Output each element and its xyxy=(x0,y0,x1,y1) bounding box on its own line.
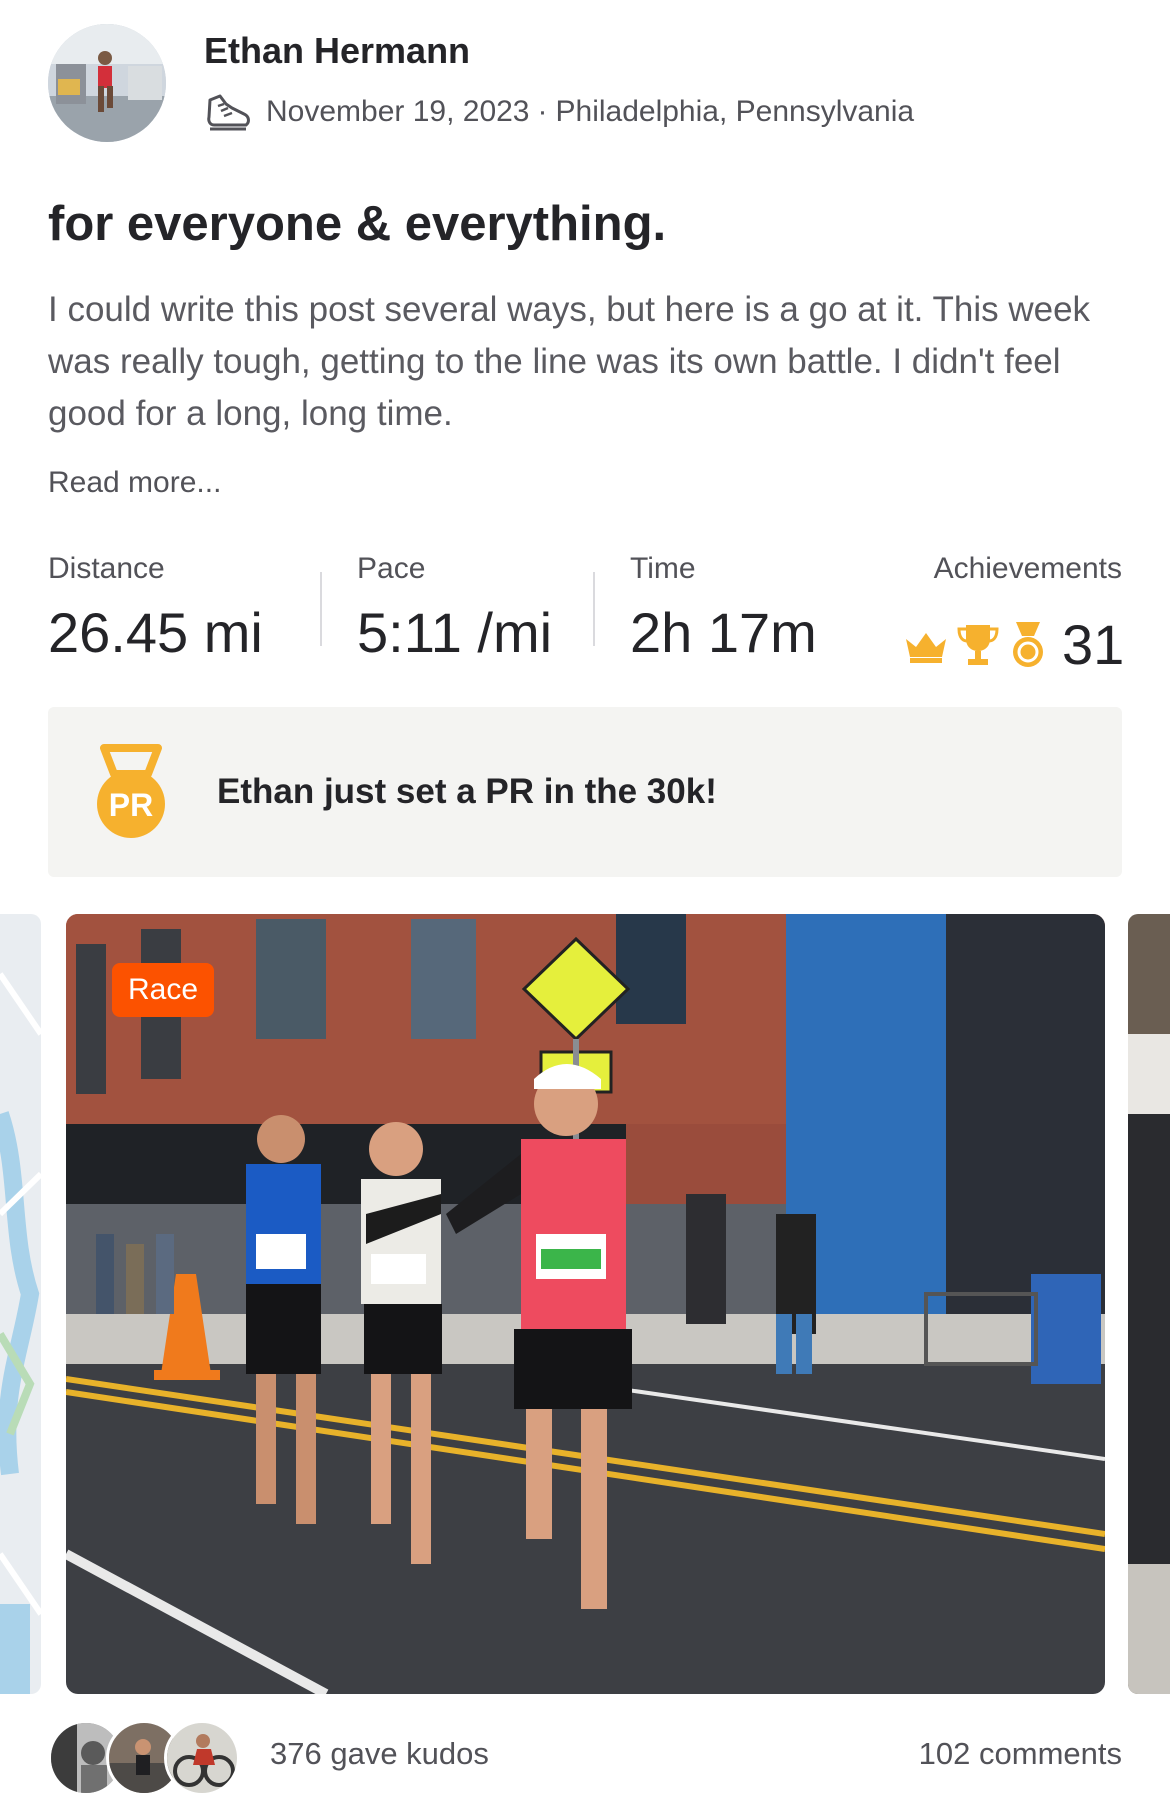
next-photo-thumbnail[interactable] xyxy=(1128,914,1170,1694)
pr-medal-icon: PR xyxy=(90,744,172,849)
route-map-thumbnail[interactable] xyxy=(0,914,41,1694)
race-photo[interactable] xyxy=(66,914,1105,1694)
athlete-avatar[interactable] xyxy=(48,24,166,142)
pace-value: 5:11 /mi xyxy=(357,601,553,664)
stat-divider xyxy=(320,572,322,646)
pr-banner-text: Ethan just set a PR in the 30k! xyxy=(217,772,717,811)
distance-value: 26.45 mi xyxy=(48,601,263,664)
time-label: Time xyxy=(630,552,696,585)
activity-meta: November 19, 2023 · Philadelphia, Pennsy… xyxy=(204,92,914,132)
achievements[interactable]: 31 xyxy=(902,612,1124,677)
kudos-count[interactable]: 376 gave kudos xyxy=(270,1736,489,1772)
time-value: 2h 17m xyxy=(630,601,817,664)
comments-count[interactable]: 102 comments xyxy=(919,1736,1122,1772)
avatar xyxy=(164,1720,240,1796)
medal-icon xyxy=(1013,621,1043,667)
achievements-count: 31 xyxy=(1062,613,1125,676)
avatar-photo xyxy=(48,24,166,142)
trophy-icon xyxy=(957,624,999,665)
stat-divider xyxy=(593,572,595,646)
running-shoe-icon xyxy=(207,94,250,131)
activity-description: I could write this post several ways, bu… xyxy=(48,290,1091,433)
activity-location: Philadelphia, Pennsylvania xyxy=(555,95,915,128)
pr-medal-text: PR xyxy=(109,787,153,823)
race-photo-image xyxy=(66,914,1105,1694)
meta-separator: · xyxy=(537,95,548,128)
kudos-avatars[interactable] xyxy=(48,1720,248,1796)
pace-label: Pace xyxy=(357,552,426,585)
athlete-name[interactable]: Ethan Hermann xyxy=(204,30,470,72)
race-badge: Race xyxy=(112,963,215,1017)
activity-date: November 19, 2023 xyxy=(266,95,530,128)
distance-label: Distance xyxy=(48,552,165,585)
crown-icon xyxy=(906,632,946,663)
achievements-label: Achievements xyxy=(933,552,1122,585)
activity-title[interactable]: for everyone & everything. xyxy=(48,196,666,252)
read-more-link[interactable]: Read more... xyxy=(48,466,221,500)
